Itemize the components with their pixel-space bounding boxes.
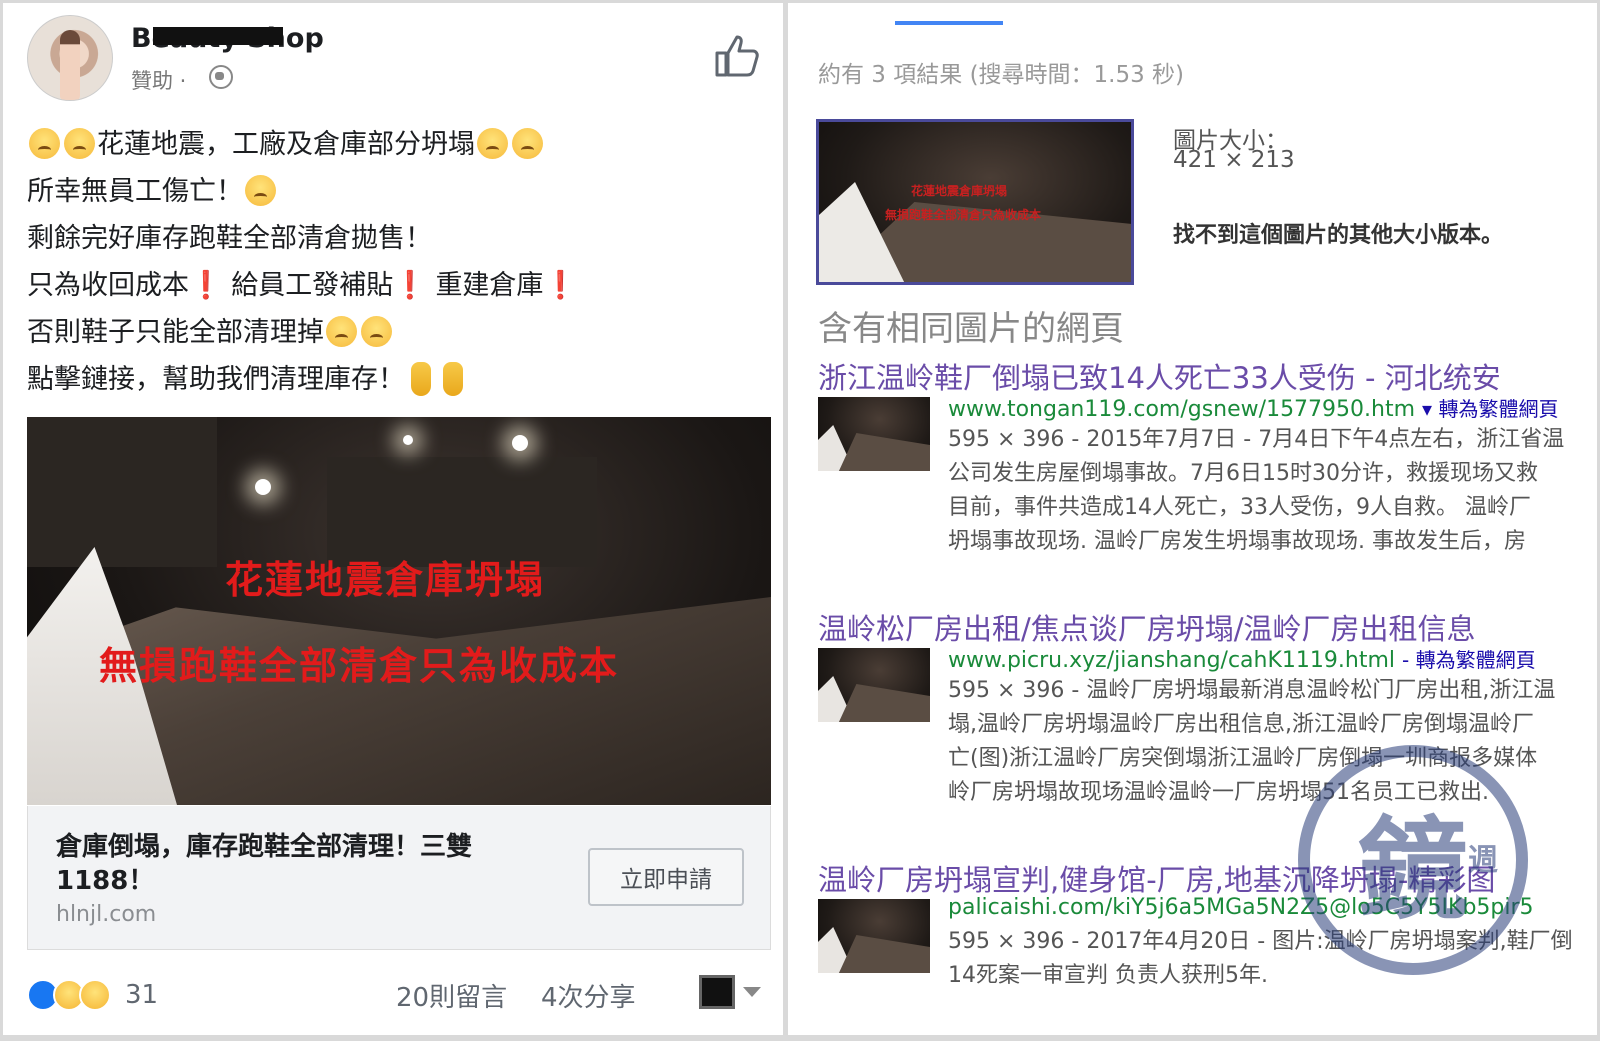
query-image-thumbnail[interactable]: 花蓮地震倉庫坍塌 無損跑鞋全部清倉只為收成本 [816, 119, 1134, 285]
result-thumbnail[interactable] [818, 899, 930, 973]
crying-emoji-icon [64, 128, 95, 159]
ad-headline[interactable]: 倉庫倒塌，庫存跑鞋全部清理！三雙1188！ [56, 830, 556, 898]
pages-with-matching-images-heading: 含有相同圖片的網頁 [818, 309, 1124, 349]
pointing-down-icon [443, 362, 463, 396]
image-overlay-text-1: 花蓮地震倉庫坍塌 [225, 558, 546, 602]
comments-count[interactable]: 20則留言 [396, 977, 507, 1014]
result-title-link[interactable]: 温岭松厂房出租/焦点谈厂房坍塌/温岭厂房出租信息 [818, 606, 1476, 648]
pointing-down-icon [411, 362, 431, 396]
facebook-ad-post: Beauty Shop 贊助 · 花蓮地震，工廠及倉庫部分坍塌 所幸無員工傷亡！… [3, 3, 783, 1035]
result-url[interactable]: www.picru.xyz/jianshang/cahK1119.html - … [948, 644, 1536, 673]
post-line-2: 所幸無員工傷亡！ [27, 168, 767, 215]
result-thumbnail[interactable] [818, 397, 930, 471]
caret-down-icon[interactable] [743, 987, 761, 997]
shares-count[interactable]: 4次分享 [541, 977, 636, 1014]
translate-link[interactable]: ▾ 轉為繁體網頁 [1422, 397, 1558, 421]
ad-link-preview[interactable]: 倉庫倒塌，庫存跑鞋全部清理！三雙1188！ hlnjl.com 立即申請 [27, 806, 771, 950]
post-line-5: 否則鞋子只能全部清理掉 [27, 309, 767, 356]
sweat-smile-emoji-icon [245, 175, 276, 206]
translate-link[interactable]: - 轉為繁體網頁 [1402, 648, 1536, 672]
exclamation-icon: ❗ [543, 270, 578, 301]
exclamation-icon: ❗ [189, 270, 223, 301]
reaction-count: 31 [125, 980, 159, 1010]
no-other-sizes-text: 找不到這個圖片的其他大小版本。 [1173, 223, 1504, 248]
wow-reaction-icon [79, 979, 111, 1011]
sponsored-label: 贊助 · [131, 69, 187, 93]
name-redaction-bar [153, 27, 283, 45]
image-overlay-text-2: 無損跑鞋全部清倉只為收成本 [99, 644, 620, 688]
result-url[interactable]: www.tongan119.com/gsnew/1577950.htm ▾ 轉為… [948, 393, 1558, 422]
ad-image-collapsed-warehouse[interactable]: 花蓮地震倉庫坍塌 無損跑鞋全部清倉只為收成本 [27, 417, 771, 805]
frowning-emoji-icon [361, 316, 392, 347]
post-line-1: 花蓮地震，工廠及倉庫部分坍塌 [27, 121, 767, 168]
mirror-weekly-watermark-logo: 鏡 週 [1298, 745, 1528, 975]
result-snippet: 595 × 396 - 2015年7月7日 - 7月4日下午4点左右，浙江省温 … [948, 427, 1565, 554]
post-line-4: 只為收回成本❗ 給員工發補貼❗ 重建倉庫❗ [27, 270, 578, 301]
thumb-overlay-text-1: 花蓮地震倉庫坍塌 [911, 184, 1008, 198]
image-size-value: 421 × 213 [1173, 147, 1295, 173]
result-title-link[interactable]: 浙江温岭鞋厂倒塌已致14人死亡33人受伤 - 河北统安 [818, 355, 1501, 397]
post-line-3: 剩餘完好庫存跑鞋全部清倉拋售！ [27, 223, 432, 254]
post-body: 花蓮地震，工廠及倉庫部分坍塌 所幸無員工傷亡！ 剩餘完好庫存跑鞋全部清倉拋售！ … [27, 121, 767, 403]
confounded-emoji-icon [512, 128, 543, 159]
crying-emoji-icon [29, 128, 60, 159]
frowning-emoji-icon [326, 316, 357, 347]
post-line-6: 點擊鏈接，幫助我們清理庫存！ [27, 356, 767, 403]
thumbs-up-icon[interactable] [713, 33, 763, 79]
active-tab-indicator [895, 21, 1003, 25]
confounded-emoji-icon [477, 128, 508, 159]
result-thumbnail[interactable] [818, 648, 930, 722]
globe-icon [209, 65, 233, 89]
exclamation-icon: ❗ [393, 270, 427, 301]
viewer-avatar[interactable] [699, 975, 735, 1009]
reactions-summary[interactable]: 31 [27, 975, 158, 1015]
result-stats: 約有 3 項結果 (搜尋時間：1.53 秒) [818, 62, 1185, 88]
page-avatar[interactable] [27, 15, 113, 101]
ad-domain: hlnjl.com [56, 902, 157, 927]
apply-now-button[interactable]: 立即申請 [588, 848, 744, 906]
thumb-overlay-text-2: 無損跑鞋全部清倉只為收成本 [885, 208, 1042, 222]
